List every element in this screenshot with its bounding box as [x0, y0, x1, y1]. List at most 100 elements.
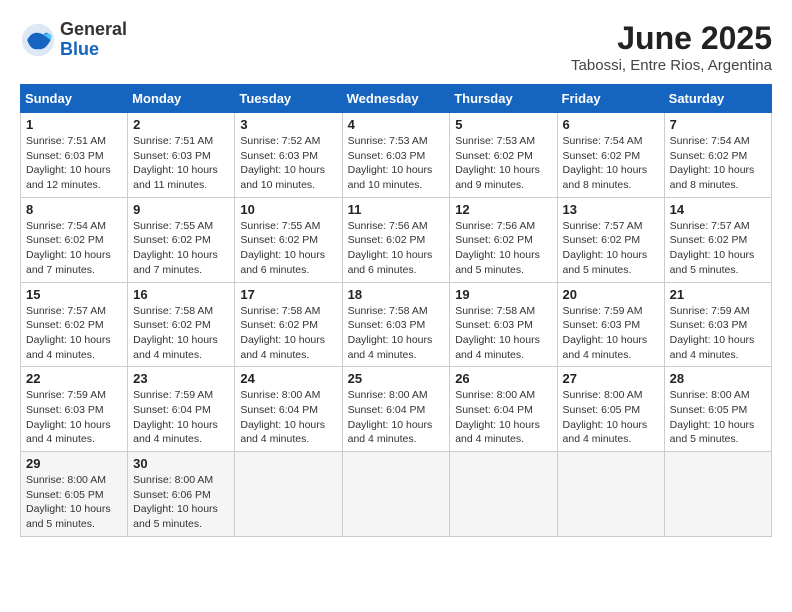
day-cell-16: 16 Sunrise: 7:58 AMSunset: 6:02 PMDayligh… — [128, 282, 235, 367]
calendar: SundayMondayTuesdayWednesdayThursdayFrid… — [20, 84, 772, 537]
week-row-3: 15 Sunrise: 7:57 AMSunset: 6:02 PMDayligh… — [21, 282, 772, 367]
day-number: 9 — [133, 202, 229, 217]
day-number: 8 — [26, 202, 122, 217]
day-cell-8: 8 Sunrise: 7:54 AMSunset: 6:02 PMDaylight… — [21, 197, 128, 282]
day-cell-6: 6 Sunrise: 7:54 AMSunset: 6:02 PMDaylight… — [557, 113, 664, 198]
day-cell-14: 14 Sunrise: 7:57 AMSunset: 6:02 PMDayligh… — [664, 197, 771, 282]
page-header: General Blue June 2025 Tabossi, Entre Ri… — [20, 20, 772, 74]
day-number: 6 — [563, 117, 659, 132]
day-number: 27 — [563, 371, 659, 386]
day-number: 24 — [240, 371, 336, 386]
day-info: Sunrise: 7:58 AMSunset: 6:02 PMDaylight:… — [240, 304, 336, 363]
day-cell-7: 7 Sunrise: 7:54 AMSunset: 6:02 PMDaylight… — [664, 113, 771, 198]
day-cell-1: 1 Sunrise: 7:51 AMSunset: 6:03 PMDaylight… — [21, 113, 128, 198]
day-info: Sunrise: 8:00 AMSunset: 6:05 PMDaylight:… — [670, 388, 766, 447]
title-block: June 2025 Tabossi, Entre Rios, Argentina — [571, 20, 772, 74]
day-info: Sunrise: 7:51 AMSunset: 6:03 PMDaylight:… — [26, 134, 122, 193]
day-number: 22 — [26, 371, 122, 386]
day-cell-27: 27 Sunrise: 8:00 AMSunset: 6:05 PMDayligh… — [557, 367, 664, 452]
week-row-1: 1 Sunrise: 7:51 AMSunset: 6:03 PMDaylight… — [21, 113, 772, 198]
day-number: 10 — [240, 202, 336, 217]
weekday-header-monday: Monday — [128, 85, 235, 113]
day-info: Sunrise: 7:54 AMSunset: 6:02 PMDaylight:… — [26, 219, 122, 278]
day-number: 2 — [133, 117, 229, 132]
day-cell-5: 5 Sunrise: 7:53 AMSunset: 6:02 PMDaylight… — [450, 113, 557, 198]
day-info: Sunrise: 7:58 AMSunset: 6:03 PMDaylight:… — [348, 304, 445, 363]
day-info: Sunrise: 7:59 AMSunset: 6:04 PMDaylight:… — [133, 388, 229, 447]
day-number: 17 — [240, 287, 336, 302]
week-row-5: 29 Sunrise: 8:00 AMSunset: 6:05 PMDayligh… — [21, 452, 772, 537]
day-number: 25 — [348, 371, 445, 386]
day-cell-17: 17 Sunrise: 7:58 AMSunset: 6:02 PMDayligh… — [235, 282, 342, 367]
day-cell-13: 13 Sunrise: 7:57 AMSunset: 6:02 PMDayligh… — [557, 197, 664, 282]
day-cell-18: 18Sunrise: 7:58 AMSunset: 6:03 PMDayligh… — [342, 282, 450, 367]
day-info: Sunrise: 7:58 AMSunset: 6:02 PMDaylight:… — [133, 304, 229, 363]
day-number: 11 — [348, 202, 445, 217]
day-number: 21 — [670, 287, 766, 302]
day-number: 15 — [26, 287, 122, 302]
day-cell-10: 10 Sunrise: 7:55 AMSunset: 6:02 PMDayligh… — [235, 197, 342, 282]
month-year: June 2025 — [571, 20, 772, 57]
day-number: 16 — [133, 287, 229, 302]
day-cell-25: 25 Sunrise: 8:00 AMSunset: 6:04 PMDayligh… — [342, 367, 450, 452]
day-cell-30: 30 Sunrise: 8:00 AMSunset: 6:06 PMDayligh… — [128, 452, 235, 537]
day-cell-19: 19Sunrise: 7:58 AMSunset: 6:03 PMDayligh… — [450, 282, 557, 367]
weekday-header-row: SundayMondayTuesdayWednesdayThursdayFrid… — [21, 85, 772, 113]
day-number: 14 — [670, 202, 766, 217]
day-info: Sunrise: 7:53 AMSunset: 6:03 PMDaylight:… — [348, 134, 445, 193]
day-number: 23 — [133, 371, 229, 386]
day-number: 20 — [563, 287, 659, 302]
day-info: Sunrise: 7:52 AMSunset: 6:03 PMDaylight:… — [240, 134, 336, 193]
day-info: Sunrise: 7:56 AMSunset: 6:02 PMDaylight:… — [455, 219, 551, 278]
day-number: 4 — [348, 117, 445, 132]
day-info: Sunrise: 8:00 AMSunset: 6:04 PMDaylight:… — [348, 388, 445, 447]
day-number: 5 — [455, 117, 551, 132]
week-row-2: 8 Sunrise: 7:54 AMSunset: 6:02 PMDaylight… — [21, 197, 772, 282]
day-info: Sunrise: 7:56 AMSunset: 6:02 PMDaylight:… — [348, 219, 445, 278]
day-number: 7 — [670, 117, 766, 132]
day-info: Sunrise: 7:54 AMSunset: 6:02 PMDaylight:… — [670, 134, 766, 193]
day-number: 29 — [26, 456, 122, 471]
day-number: 3 — [240, 117, 336, 132]
day-info: Sunrise: 7:55 AMSunset: 6:02 PMDaylight:… — [240, 219, 336, 278]
weekday-header-tuesday: Tuesday — [235, 85, 342, 113]
day-cell-29: 29 Sunrise: 8:00 AMSunset: 6:05 PMDayligh… — [21, 452, 128, 537]
day-info: Sunrise: 8:00 AMSunset: 6:05 PMDaylight:… — [563, 388, 659, 447]
day-info: Sunrise: 8:00 AMSunset: 6:05 PMDaylight:… — [26, 473, 122, 532]
day-cell-21: 21Sunrise: 7:59 AMSunset: 6:03 PMDayligh… — [664, 282, 771, 367]
logo: General Blue — [20, 20, 127, 60]
day-info: Sunrise: 8:00 AMSunset: 6:04 PMDaylight:… — [455, 388, 551, 447]
day-info: Sunrise: 7:57 AMSunset: 6:02 PMDaylight:… — [670, 219, 766, 278]
day-cell-15: 15 Sunrise: 7:57 AMSunset: 6:02 PMDayligh… — [21, 282, 128, 367]
day-info: Sunrise: 7:58 AMSunset: 6:03 PMDaylight:… — [455, 304, 551, 363]
day-info: Sunrise: 7:57 AMSunset: 6:02 PMDaylight:… — [26, 304, 122, 363]
location: Tabossi, Entre Rios, Argentina — [571, 57, 772, 74]
day-number: 1 — [26, 117, 122, 132]
day-cell-empty — [450, 452, 557, 537]
day-info: Sunrise: 7:53 AMSunset: 6:02 PMDaylight:… — [455, 134, 551, 193]
day-cell-22: 22 Sunrise: 7:59 AMSunset: 6:03 PMDayligh… — [21, 367, 128, 452]
day-cell-4: 4 Sunrise: 7:53 AMSunset: 6:03 PMDaylight… — [342, 113, 450, 198]
day-cell-3: 3 Sunrise: 7:52 AMSunset: 6:03 PMDaylight… — [235, 113, 342, 198]
day-cell-empty — [664, 452, 771, 537]
weekday-header-thursday: Thursday — [450, 85, 557, 113]
day-number: 13 — [563, 202, 659, 217]
weekday-header-sunday: Sunday — [21, 85, 128, 113]
day-info: Sunrise: 7:59 AMSunset: 6:03 PMDaylight:… — [26, 388, 122, 447]
logo-general: General — [60, 20, 127, 40]
day-cell-26: 26 Sunrise: 8:00 AMSunset: 6:04 PMDayligh… — [450, 367, 557, 452]
day-info: Sunrise: 7:57 AMSunset: 6:02 PMDaylight:… — [563, 219, 659, 278]
day-cell-empty — [235, 452, 342, 537]
day-number: 28 — [670, 371, 766, 386]
day-info: Sunrise: 8:00 AMSunset: 6:06 PMDaylight:… — [133, 473, 229, 532]
weekday-header-saturday: Saturday — [664, 85, 771, 113]
day-cell-24: 24Sunrise: 8:00 AMSunset: 6:04 PMDayligh… — [235, 367, 342, 452]
day-info: Sunrise: 7:55 AMSunset: 6:02 PMDaylight:… — [133, 219, 229, 278]
day-info: Sunrise: 7:51 AMSunset: 6:03 PMDaylight:… — [133, 134, 229, 193]
day-cell-empty — [557, 452, 664, 537]
day-number: 26 — [455, 371, 551, 386]
day-info: Sunrise: 7:54 AMSunset: 6:02 PMDaylight:… — [563, 134, 659, 193]
day-number: 30 — [133, 456, 229, 471]
day-cell-28: 28 Sunrise: 8:00 AMSunset: 6:05 PMDayligh… — [664, 367, 771, 452]
day-cell-empty — [342, 452, 450, 537]
